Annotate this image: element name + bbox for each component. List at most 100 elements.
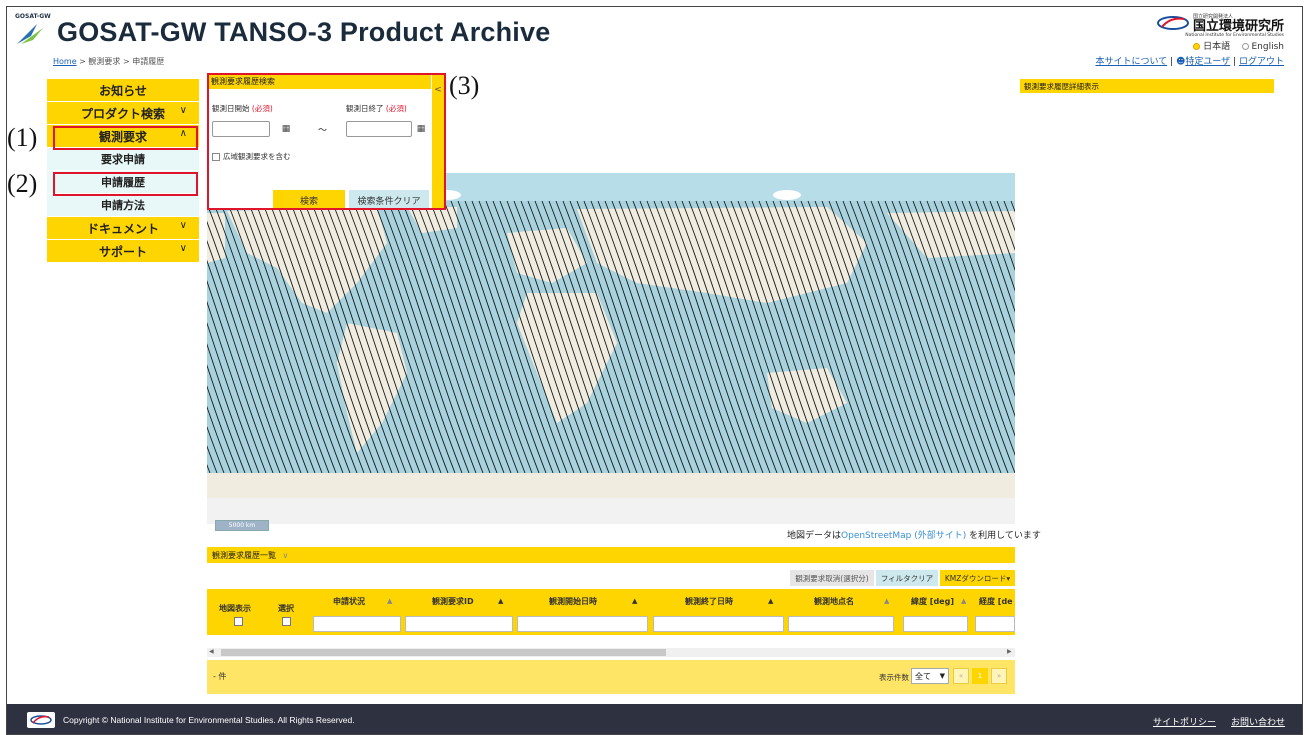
nies-english-name: National Institute for Environmental Stu… [1185, 33, 1284, 38]
logout-link[interactable]: ログアウト [1239, 57, 1284, 67]
list-title-bar[interactable]: 観測要求履歴一覧 ∨ [207, 547, 1015, 563]
sidebar-subitem-how-to-apply[interactable]: 申請方法 [47, 194, 199, 216]
nies-mark-icon [1156, 16, 1189, 30]
column-obs-start[interactable]: 観測開始日時 [549, 596, 597, 607]
sidebar-item-documents[interactable]: ドキュメント ∨ [47, 217, 199, 239]
filter-location-input[interactable] [788, 616, 894, 632]
filter-obs-end-input[interactable] [653, 616, 784, 632]
lang-ja-label: 日本語 [1203, 42, 1231, 52]
about-link[interactable]: 本サイトについて [1095, 57, 1167, 67]
map-view[interactable] [207, 173, 1015, 498]
detail-panel-title: 観測要求履歴詳細表示 [1020, 79, 1274, 93]
table-footer: - 件 表示件数 全て ▼ « 1 » [207, 660, 1015, 694]
scroll-right-icon[interactable]: ▶ [1007, 648, 1012, 655]
annotation-3: (3) [449, 71, 480, 100]
table-header: 地図表示 選択 申請状況 ▲ 観測要求ID ▲ 観測開始日時 ▲ 観測終了日時 … [207, 589, 1015, 635]
highlight-box-1 [53, 126, 198, 150]
link-separator: | [1170, 57, 1174, 67]
pager-page-1[interactable]: 1 [972, 668, 988, 684]
nies-logo[interactable]: 国立研究開発法人 国立環境研究所 National Institute for … [1134, 13, 1284, 38]
gosat-gw-logo[interactable]: GOSAT-GW [15, 13, 57, 53]
logo-text: GOSAT-GW [15, 13, 51, 20]
page-size-label: 表示件数 [879, 673, 909, 682]
radio-selected-icon [1193, 43, 1201, 50]
highlight-box-2 [53, 172, 198, 196]
lang-ja-radio[interactable]: 日本語 [1193, 42, 1230, 52]
breadcrumb-separator: > [79, 57, 86, 66]
pager-last-button[interactable]: » [991, 668, 1007, 684]
column-longitude[interactable]: 経度 [de [979, 596, 1013, 607]
chevron-down-icon: ∨ [282, 551, 289, 560]
breadcrumb: Home > 観測要求 > 申請履歴 [53, 56, 164, 67]
sort-up-icon[interactable]: ▲ [387, 597, 392, 605]
sidebar-item-support[interactable]: サポート ∨ [47, 240, 199, 262]
contact-link[interactable]: お問い合わせ [1231, 715, 1285, 728]
list-title: 観測要求履歴一覧 [212, 551, 276, 560]
sort-up-icon[interactable]: ▲ [632, 597, 637, 605]
user-icon: ☻ [1175, 57, 1186, 67]
column-request-id[interactable]: 観測要求ID [432, 596, 474, 607]
specific-user-link[interactable]: 特定ユーザ [1185, 57, 1230, 67]
annotation-1: (1) [7, 123, 38, 152]
chevron-down-icon: ∨ [179, 220, 187, 231]
nies-name: 国立環境研究所 [1192, 19, 1284, 34]
sidebar-item-label: 要求申請 [101, 153, 145, 166]
kmz-download-button[interactable]: KMZダウンロード▾ [940, 570, 1015, 586]
chevron-down-icon: ∨ [179, 105, 187, 116]
sidebar-item-label: 申請方法 [101, 199, 145, 212]
chevron-down-icon: ▼ [939, 672, 945, 680]
column-latitude[interactable]: 緯度 [deg] [911, 596, 954, 607]
column-location-name[interactable]: 観測地点名 [814, 596, 854, 607]
radio-unselected-icon [1241, 43, 1249, 50]
column-status[interactable]: 申請状況 [333, 596, 365, 607]
filter-longitude-input[interactable] [975, 616, 1015, 632]
map-footer [207, 498, 1015, 524]
filter-latitude-input[interactable] [903, 616, 968, 632]
language-switch: 日本語 English [1193, 39, 1284, 52]
filter-clear-button[interactable]: フィルタクリア [876, 570, 938, 586]
sort-up-icon[interactable]: ▲ [498, 597, 503, 605]
page-size-select[interactable]: 全て ▼ [911, 668, 949, 684]
logo-swoosh-icon [17, 24, 43, 44]
sort-up-icon[interactable]: ▲ [961, 597, 966, 605]
breadcrumb-home[interactable]: Home [53, 57, 77, 66]
pager-first-button[interactable]: « [953, 668, 969, 684]
footer: Copyright © National Institute for Envir… [7, 704, 1302, 734]
column-map-display: 地図表示 [219, 604, 251, 613]
app-window: GOSAT-GW GOSAT-GW TANSO-3 Product Archiv… [6, 6, 1303, 735]
nies-mark-icon [30, 715, 52, 725]
scrollbar-thumb[interactable] [221, 649, 666, 656]
attribution-prefix: 地図データは [787, 531, 842, 541]
cancel-selected-button[interactable]: 観測要求取消(選択分) [790, 570, 874, 586]
nies-footer-logo[interactable] [27, 712, 55, 728]
openstreetmap-link[interactable]: OpenStreetMap (外部サイト) [841, 531, 966, 541]
sidebar-item-news[interactable]: お知らせ [47, 79, 199, 101]
page-title: GOSAT-GW TANSO-3 Product Archive [57, 17, 551, 47]
map-attribution: 地図データはOpenStreetMap (外部サイト) を利用しています [787, 528, 1041, 541]
breadcrumb-observation-request: 観測要求 [88, 57, 121, 66]
sidebar-subitem-request-apply[interactable]: 要求申請 [47, 148, 199, 170]
filter-obs-start-input[interactable] [517, 616, 648, 632]
column-obs-end[interactable]: 観測終了日時 [685, 596, 733, 607]
header-links: 本サイトについて | ☻特定ユーザ | ログアウト [1095, 54, 1284, 67]
sidebar-item-product-search[interactable]: プロダクト検索 ∨ [47, 102, 199, 124]
scroll-left-icon[interactable]: ◀ [209, 648, 214, 655]
lang-en-radio[interactable]: English [1241, 42, 1284, 52]
breadcrumb-separator: > [122, 57, 130, 66]
select-all-checkbox[interactable] [282, 617, 291, 626]
sidebar-item-label: プロダクト検索 [80, 106, 165, 121]
filter-request-id-input[interactable] [405, 616, 513, 632]
record-count: - 件 [213, 672, 227, 681]
map-display-all-checkbox[interactable] [234, 617, 243, 626]
site-policy-link[interactable]: サイトポリシー [1153, 715, 1216, 728]
copyright-text: Copyright © National Institute for Envir… [63, 715, 355, 725]
sort-up-icon[interactable]: ▲ [768, 597, 773, 605]
filter-status-input[interactable] [313, 616, 401, 632]
chevron-down-icon: ∨ [179, 243, 187, 254]
link-separator: | [1233, 57, 1237, 67]
sidebar-item-label: お知らせ [99, 83, 147, 98]
sort-up-icon[interactable]: ▲ [884, 597, 889, 605]
sidebar-item-label: サポート [98, 244, 147, 259]
column-select: 選択 [278, 604, 294, 613]
world-map [207, 173, 1015, 498]
